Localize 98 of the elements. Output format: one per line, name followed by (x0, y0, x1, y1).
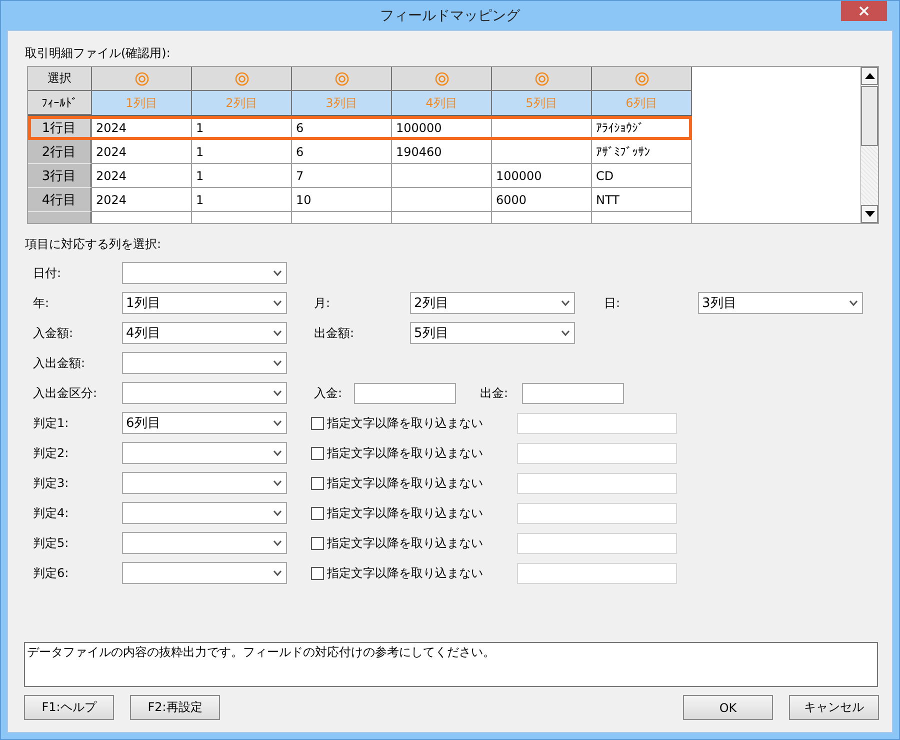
section-label: 項目に対応する列を選択: (25, 236, 162, 253)
chevron-down-icon (273, 270, 282, 276)
checkbox[interactable]: 指定文字以降を取り込まない (311, 474, 517, 492)
table-cell: 6 (292, 116, 392, 140)
table-cell: 1 (192, 188, 292, 212)
row-header[interactable]: 2行目 (28, 140, 92, 164)
field-label: 日: (603, 294, 622, 312)
target-icon (634, 72, 648, 86)
dropdown[interactable] (122, 262, 287, 284)
target-icon (234, 72, 248, 86)
dropdown[interactable]: 6列目 (122, 412, 287, 434)
dropdown[interactable] (122, 472, 287, 494)
dialog-button[interactable]: F1:ヘルプ (24, 695, 114, 720)
chevron-down-icon (273, 480, 282, 486)
close-icon (859, 6, 869, 16)
row-header[interactable]: 1行目 (28, 116, 92, 140)
field-label: 入出金区分: (32, 384, 98, 402)
dropdown[interactable]: 1列目 (122, 292, 287, 314)
window-title: フィールドマッピング (380, 6, 520, 24)
table-cell: NTT (592, 188, 692, 212)
field-label: 判定5: (32, 534, 70, 552)
chevron-down-icon (273, 330, 282, 336)
dropdown[interactable]: 3列目 (698, 292, 863, 314)
chevron-down-icon (849, 300, 858, 306)
checkbox[interactable]: 指定文字以降を取り込まない (311, 444, 517, 462)
chevron-down-icon (273, 420, 282, 426)
table-cell: 100000 (492, 164, 592, 188)
field-label: 判定4: (32, 504, 70, 522)
dropdown[interactable] (122, 562, 287, 584)
table-cell: 2024 (92, 140, 192, 164)
dropdown[interactable] (122, 502, 287, 524)
table-cell: 7 (292, 164, 392, 188)
table-cell: ｱｻﾞﾐﾌﾞｯｻﾝ (592, 140, 692, 164)
chevron-down-icon (273, 510, 282, 516)
target-icon (534, 72, 548, 86)
target-icon (334, 72, 348, 86)
chevron-down-icon (273, 300, 282, 306)
table-cell: 1 (192, 116, 292, 140)
chevron-down-icon (273, 540, 282, 546)
table-cell: 2024 (92, 116, 192, 140)
close-button[interactable] (841, 1, 887, 21)
dropdown[interactable] (122, 352, 287, 374)
input-field[interactable] (354, 382, 456, 404)
chevron-down-icon (561, 300, 570, 306)
chevron-down-icon (273, 360, 282, 366)
field-label: 判定3: (32, 474, 70, 492)
chevron-down-icon (273, 570, 282, 576)
chevron-down-icon (273, 390, 282, 396)
table-cell: 10 (292, 188, 392, 212)
dialog-button[interactable]: F2:再設定 (130, 695, 220, 720)
field-label: 年: (32, 294, 50, 312)
message-box: データファイルの内容の抜粋出力です。フィールドの対応付けの参考にしてください。 (24, 642, 878, 687)
dialog-button[interactable]: キャンセル (789, 695, 879, 720)
table-cell: CD (592, 164, 692, 188)
dropdown[interactable] (122, 532, 287, 554)
field-label: 出金: (479, 384, 510, 402)
checkbox[interactable]: 指定文字以降を取り込まない (311, 564, 517, 582)
table-cell: 190460 (392, 140, 492, 164)
field-label: 入金額: (32, 324, 74, 342)
up-arrow-icon (864, 73, 874, 79)
target-icon (434, 72, 448, 86)
target-icon (134, 72, 148, 86)
table-cell: 100000 (392, 116, 492, 140)
table-cell: 1 (192, 140, 292, 164)
chevron-down-icon (561, 330, 570, 336)
chevron-down-icon (273, 450, 282, 456)
section-label: 取引明細ファイル(確認用): (25, 45, 170, 62)
table-cell: 1 (192, 164, 292, 188)
dropdown[interactable] (122, 442, 287, 464)
row-header[interactable]: 4行目 (28, 188, 92, 212)
selected-row[interactable]: 1行目 2024 1 6 100000 ｱﾗｲｼｮｳｼﾞ (28, 116, 692, 140)
field-label: 出金額: (313, 324, 356, 342)
row-header[interactable]: 3行目 (28, 164, 92, 188)
field-label: 入金: (313, 384, 344, 402)
dropdown[interactable]: 2列目 (410, 292, 575, 314)
dropdown[interactable] (122, 382, 287, 404)
down-arrow-icon (864, 211, 874, 217)
field-label: 判定6: (32, 564, 70, 582)
table-cell: 6 (292, 140, 392, 164)
table-cell: 2024 (92, 164, 192, 188)
header-cell: ﾌｨｰﾙﾄﾞ (28, 91, 92, 115)
field-label: 判定1: (32, 414, 70, 432)
table-cell: 2024 (92, 188, 192, 212)
input-field[interactable] (522, 382, 624, 404)
table-cell: ｱﾗｲｼｮｳｼﾞ (592, 116, 692, 140)
field-label: 月: (313, 294, 332, 312)
dialog-button[interactable]: OK (683, 695, 773, 720)
header-cell: 選択 (28, 67, 92, 91)
checkbox[interactable]: 指定文字以降を取り込まない (311, 534, 517, 552)
table-cell: 6000 (492, 188, 592, 212)
scrollbar[interactable] (860, 67, 878, 223)
field-label: 入出金額: (32, 354, 86, 372)
checkbox[interactable]: 指定文字以降を取り込まない (311, 414, 517, 432)
dropdown[interactable]: 5列目 (410, 322, 575, 344)
checkbox[interactable]: 指定文字以降を取り込まない (311, 504, 517, 522)
dropdown[interactable]: 4列目 (122, 322, 287, 344)
field-label: 日付: (32, 264, 62, 282)
field-label: 判定2: (32, 444, 70, 462)
